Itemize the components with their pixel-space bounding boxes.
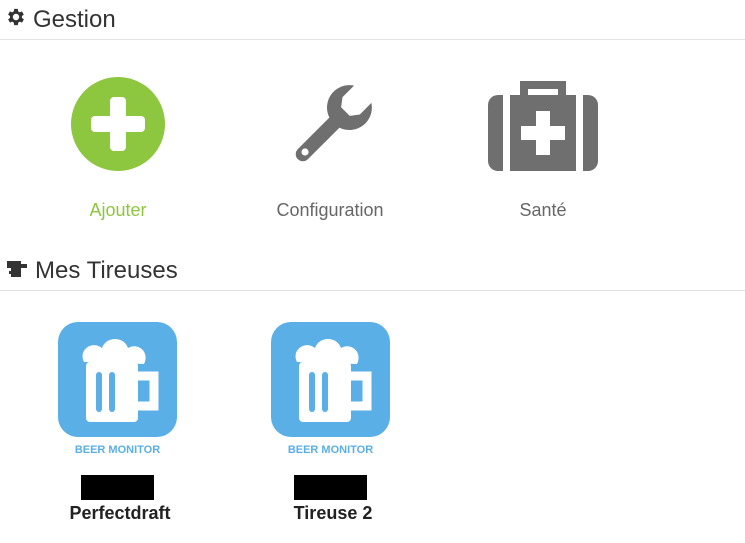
svg-text:BEER MONITOR: BEER MONITOR [288, 444, 373, 456]
section-header-tireuses: Mes Tireuses [0, 252, 745, 291]
beer-mug-icon: BEER MONITOR [271, 322, 390, 456]
gear-icon [5, 6, 27, 33]
beer-monitor-logo: BEER MONITOR [271, 322, 390, 457]
beer-tap-icon [5, 258, 29, 285]
plus-circle-icon [71, 77, 165, 176]
configuration-button[interactable]: Configuration [255, 72, 405, 232]
configuration-label: Configuration [276, 200, 384, 220]
wrench-icon [280, 75, 382, 182]
svg-text:BEER MONITOR: BEER MONITOR [75, 444, 160, 456]
beer-mug-icon: BEER MONITOR [58, 322, 177, 456]
redacted-block [294, 475, 367, 500]
ajouter-label: Ajouter [89, 200, 147, 220]
sante-label: Santé [519, 200, 567, 220]
medkit-icon [488, 77, 598, 176]
redacted-block [81, 475, 154, 500]
ajouter-button[interactable]: Ajouter [52, 72, 184, 232]
section-title-gestion: Gestion [33, 5, 116, 33]
tireuse-name: Perfectdraft [69, 503, 171, 523]
tireuse-name: Tireuse 2 [293, 503, 373, 523]
beer-monitor-logo: BEER MONITOR [58, 322, 177, 457]
tireuse-card[interactable]: BEER MONITOR Perfectdraft [45, 318, 195, 533]
section-title-tireuses: Mes Tireuses [35, 257, 178, 284]
tireuse-card[interactable]: BEER MONITOR Tireuse 2 [258, 318, 408, 533]
sante-button[interactable]: Santé [478, 72, 608, 232]
section-header-gestion: Gestion [0, 0, 745, 40]
